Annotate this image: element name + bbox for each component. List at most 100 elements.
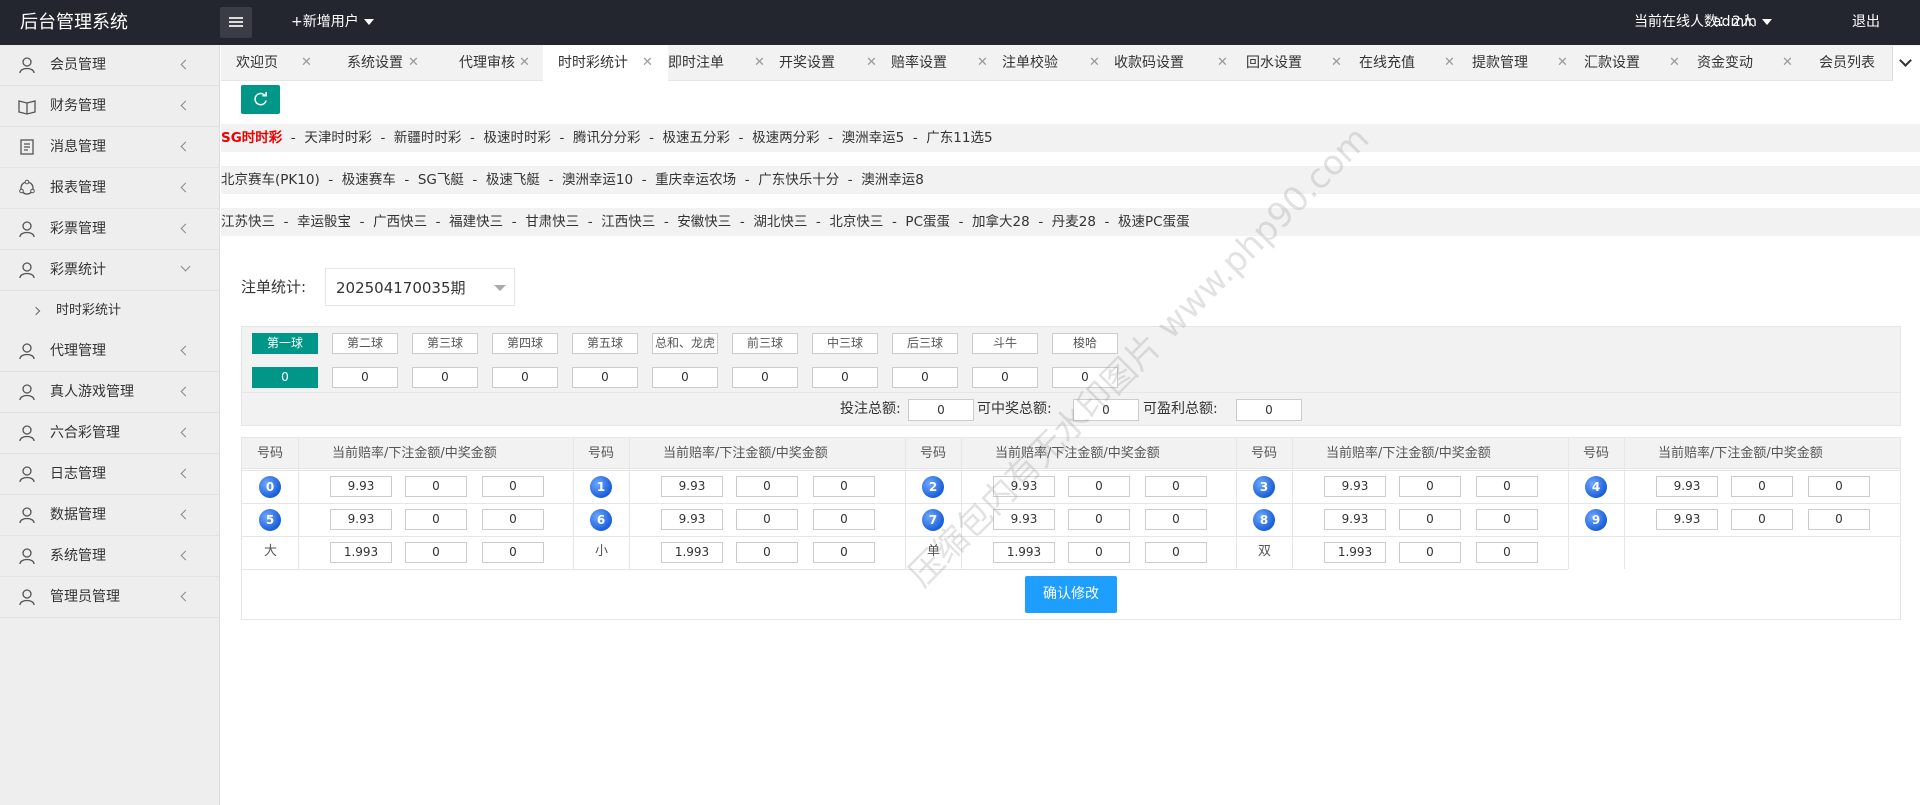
bet-amount-input[interactable]: 0 [1068, 509, 1130, 530]
sidebar-item[interactable]: 数据管理 [0, 495, 219, 536]
lottery-link[interactable]: 极速五分彩 [663, 130, 731, 146]
lottery-link[interactable]: 重庆幸运农场 [655, 172, 736, 188]
lottery-link[interactable]: 福建快三 [449, 214, 503, 230]
tab-9[interactable]: 收款码设置 ✕ [1114, 45, 1228, 81]
lottery-link[interactable]: 安徽快三 [677, 214, 731, 230]
sidebar-item[interactable]: 彩票管理 [0, 209, 219, 250]
lottery-link[interactable]: 广西快三 [373, 214, 427, 230]
win-amount-input[interactable]: 0 [482, 542, 544, 563]
sidebar-item[interactable]: 真人游戏管理 [0, 372, 219, 413]
lottery-link[interactable]: 澳洲幸运10 [562, 172, 633, 188]
tab-7[interactable]: 赔率设置 ✕ [891, 45, 988, 81]
lottery-link[interactable]: 新疆时时彩 [394, 130, 462, 146]
ball-tab[interactable]: 第三球 [412, 333, 478, 354]
close-icon[interactable]: ✕ [1669, 45, 1680, 81]
odds-input[interactable]: 9.93 [1324, 476, 1386, 497]
tab-12[interactable]: 提款管理 ✕ [1472, 45, 1568, 81]
confirm-button[interactable]: 确认修改 [1025, 576, 1117, 613]
lottery-link[interactable]: 甘肃快三 [525, 214, 579, 230]
lottery-link[interactable]: 极速飞艇 [486, 172, 540, 188]
win-amount-input[interactable]: 0 [1145, 476, 1207, 497]
odds-input[interactable]: 1.993 [993, 542, 1055, 563]
bet-amount-input[interactable]: 0 [405, 509, 467, 530]
lottery-link[interactable]: 极速赛车 [342, 172, 396, 188]
odds-input[interactable]: 9.93 [661, 476, 723, 497]
menu-toggle-button[interactable] [220, 7, 252, 38]
lottery-link[interactable]: 江苏快三 [221, 214, 275, 230]
lottery-link[interactable]: SG飞艇 [418, 172, 464, 188]
lottery-link[interactable]: 丹麦28 [1052, 214, 1096, 230]
lottery-link[interactable]: 江西快三 [601, 214, 655, 230]
close-icon[interactable]: ✕ [642, 45, 653, 81]
sidebar-item[interactable]: 会员管理 [0, 45, 219, 86]
lottery-link[interactable]: 极速时时彩 [483, 130, 551, 146]
win-amount-input[interactable]: 0 [1476, 509, 1538, 530]
odds-input[interactable]: 1.993 [661, 542, 723, 563]
win-amount-input[interactable]: 0 [1808, 476, 1870, 497]
bet-amount-input[interactable]: 0 [1399, 509, 1461, 530]
add-user-menu[interactable]: +新增用户 [291, 0, 374, 45]
win-amount-input[interactable]: 0 [1145, 509, 1207, 530]
ball-tab[interactable]: 后三球 [892, 333, 958, 354]
sidebar-item[interactable]: 系统管理 [0, 536, 219, 577]
tab-1[interactable]: 欢迎页 ✕ [236, 45, 312, 81]
bet-amount-input[interactable]: 0 [736, 476, 798, 497]
sidebar-subitem[interactable]: 时时彩统计 [0, 291, 219, 331]
ball-tab[interactable]: 第二球 [332, 333, 398, 354]
tab-4[interactable]: 时时彩统计 ✕ [543, 45, 668, 81]
tab-11[interactable]: 在线充值 ✕ [1359, 45, 1455, 81]
odds-input[interactable]: 9.93 [661, 509, 723, 530]
win-amount-input[interactable]: 0 [1476, 542, 1538, 563]
sidebar-item[interactable]: 六合彩管理 [0, 413, 219, 454]
lottery-link[interactable]: 北京赛车(PK10) [221, 172, 320, 188]
tab-8[interactable]: 注单校验 ✕ [1002, 45, 1100, 81]
lottery-link[interactable]: 广东11选5 [926, 130, 992, 146]
win-amount-input[interactable]: 0 [813, 542, 875, 563]
bet-amount-input[interactable]: 0 [405, 476, 467, 497]
lottery-link[interactable]: 加拿大28 [972, 214, 1030, 230]
win-amount-input[interactable]: 0 [1145, 542, 1207, 563]
close-icon[interactable]: ✕ [977, 45, 988, 81]
win-amount-input[interactable]: 0 [1808, 509, 1870, 530]
tab-15[interactable]: 会员列表 [1819, 45, 1875, 81]
win-amount-input[interactable]: 0 [482, 476, 544, 497]
lottery-link[interactable]: 天津时时彩 [304, 130, 372, 146]
tab-3[interactable]: 代理审核 ✕ [459, 45, 530, 81]
sidebar-item[interactable]: 代理管理 [0, 331, 219, 372]
close-icon[interactable]: ✕ [1782, 45, 1793, 81]
bet-amount-input[interactable]: 0 [1731, 509, 1793, 530]
lottery-link[interactable]: SG时时彩 [221, 130, 282, 146]
lottery-link[interactable]: 极速两分彩 [752, 130, 820, 146]
bet-amount-input[interactable]: 0 [1399, 476, 1461, 497]
bet-amount-input[interactable]: 0 [1068, 542, 1130, 563]
lottery-link[interactable]: 北京快三 [829, 214, 883, 230]
lottery-link[interactable]: 澳洲幸运8 [861, 172, 924, 188]
close-icon[interactable]: ✕ [1089, 45, 1100, 81]
bet-amount-input[interactable]: 0 [405, 542, 467, 563]
lottery-link[interactable]: 澳洲幸运5 [842, 130, 905, 146]
odds-input[interactable]: 9.93 [1324, 509, 1386, 530]
close-icon[interactable]: ✕ [1331, 45, 1342, 81]
lottery-link[interactable]: 幸运骰宝 [297, 214, 351, 230]
odds-input[interactable]: 9.93 [1656, 476, 1718, 497]
ball-tab[interactable]: 第一球 [252, 333, 318, 354]
sidebar-item[interactable]: 彩票统计 [0, 250, 219, 291]
close-icon[interactable]: ✕ [301, 45, 312, 81]
sidebar-item[interactable]: 日志管理 [0, 454, 219, 495]
win-amount-input[interactable]: 0 [1476, 476, 1538, 497]
sidebar-item[interactable]: 消息管理 [0, 127, 219, 168]
close-icon[interactable]: ✕ [408, 45, 419, 81]
odds-input[interactable]: 9.93 [1656, 509, 1718, 530]
tab-14[interactable]: 资金变动 ✕ [1697, 45, 1793, 81]
lottery-link[interactable]: PC蛋蛋 [905, 214, 950, 230]
bet-amount-input[interactable]: 0 [1399, 542, 1461, 563]
tab-5[interactable]: 即时注单 ✕ [668, 45, 765, 81]
refresh-button[interactable] [241, 85, 280, 114]
tab-2[interactable]: 系统设置 ✕ [347, 45, 419, 81]
ball-tab[interactable]: 总和、龙虎 [652, 333, 718, 354]
ball-tab[interactable]: 第四球 [492, 333, 558, 354]
odds-input[interactable]: 9.93 [330, 509, 392, 530]
bet-amount-input[interactable]: 0 [1731, 476, 1793, 497]
ball-tab[interactable]: 第五球 [572, 333, 638, 354]
win-amount-input[interactable]: 0 [813, 476, 875, 497]
